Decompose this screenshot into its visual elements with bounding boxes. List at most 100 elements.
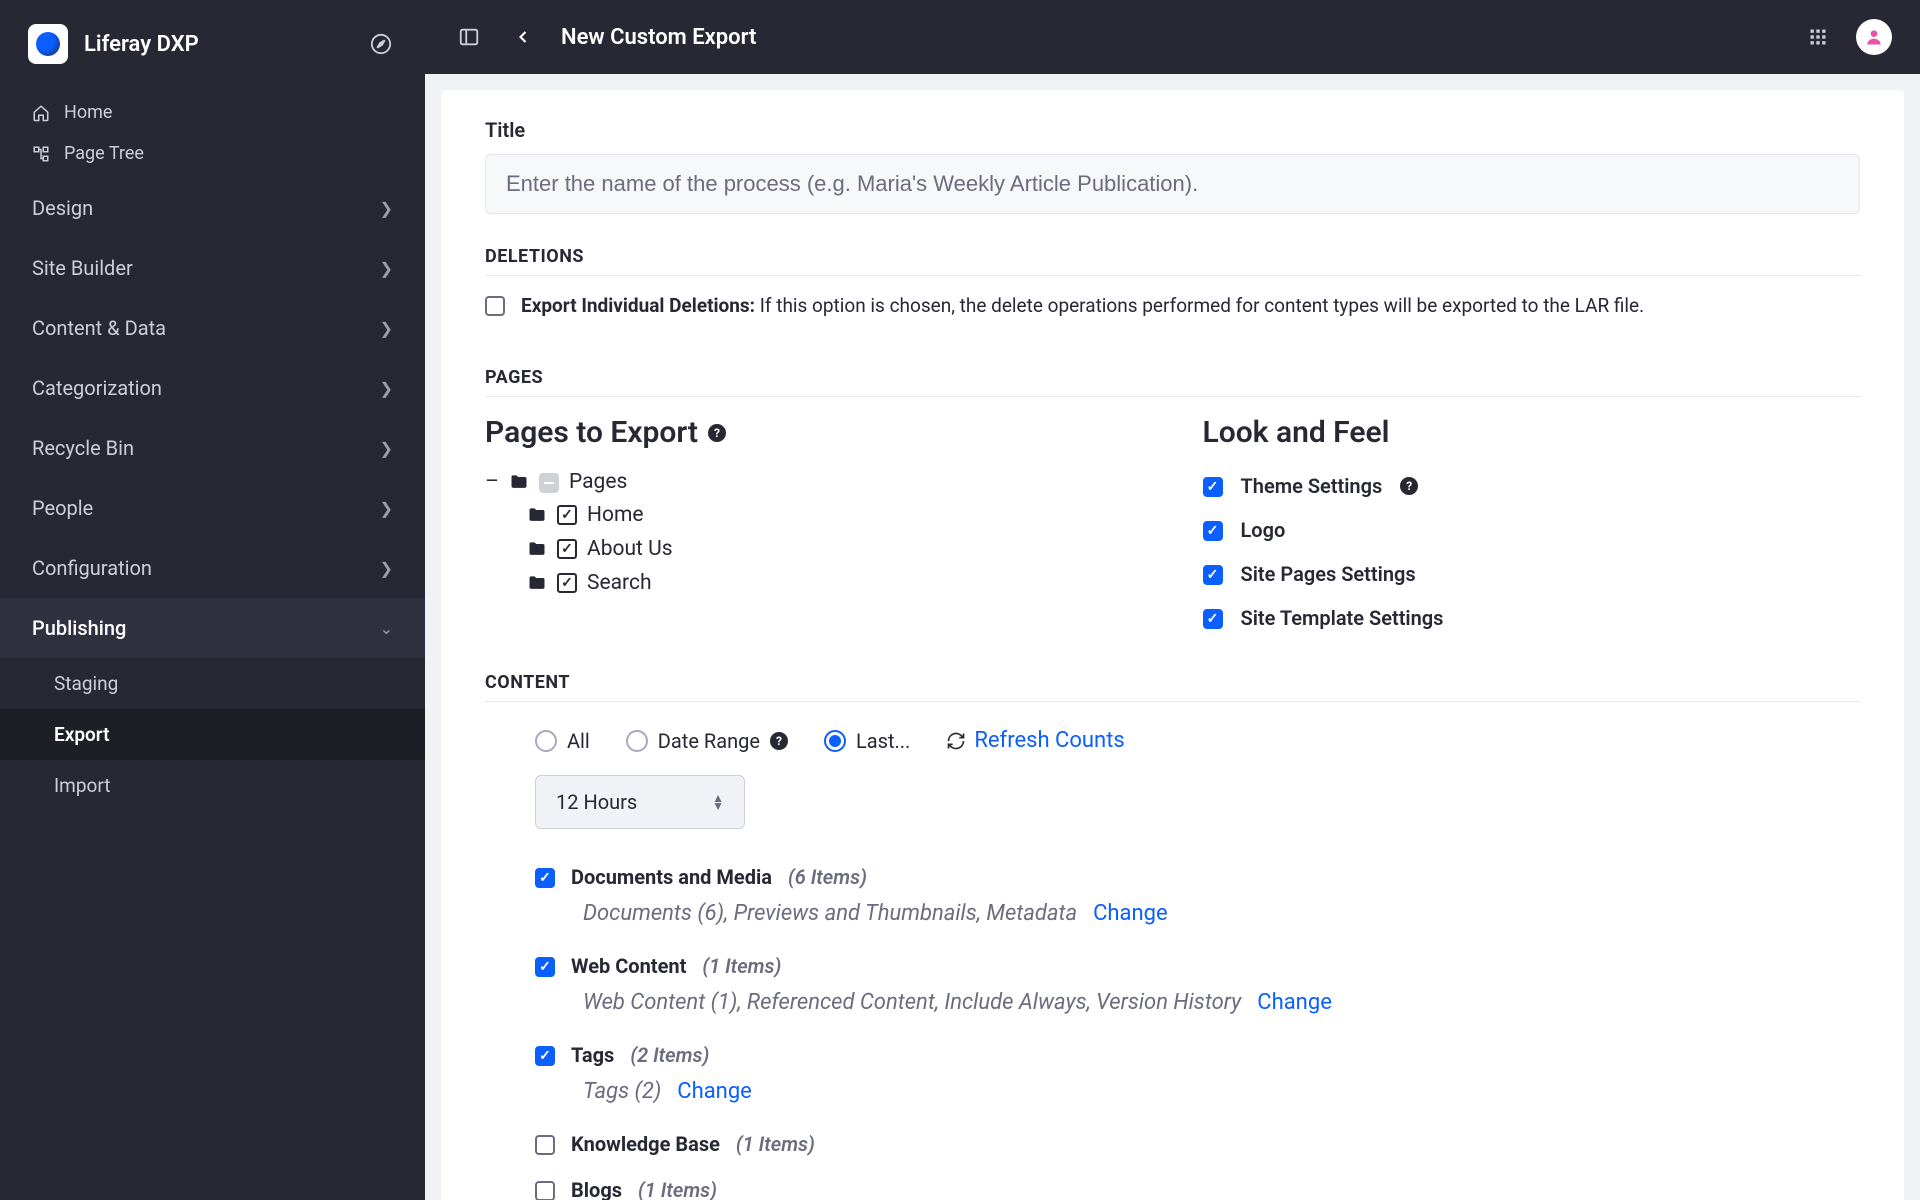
sidebar-header: Liferay DXP [0,0,425,88]
content-item: Web Content (1 Items) Web Content (1), Ref… [535,946,1860,1029]
content-item-checkbox[interactable] [535,957,555,977]
page-checkbox[interactable] [557,505,577,525]
sidebar-item-home[interactable]: Home [0,92,425,133]
help-icon[interactable]: ? [770,732,788,750]
chevron-right-icon: ❯ [380,559,393,578]
apps-grid-icon[interactable] [1802,21,1834,53]
theme-settings-checkbox[interactable] [1203,477,1223,497]
radio-last[interactable]: Last... [824,729,910,753]
chevron-right-icon: ❯ [380,199,393,218]
sidebar-subitem-export[interactable]: Export [0,709,425,760]
content-item-name: Knowledge Base [571,1132,720,1156]
sidebar-item-configuration[interactable]: Configuration ❯ [0,538,425,598]
content-item-checkbox[interactable] [535,1181,555,1200]
tree-item-label: Search [587,571,652,595]
laf-item-site-template: Site Template Settings [1203,596,1861,640]
content-item: Blogs (1 Items) [535,1170,1860,1200]
content-item-detail: Web Content (1), Referenced Content, Inc… [583,990,1241,1015]
app-name: Liferay DXP [84,32,349,57]
deletions-heading: DELETIONS [485,246,1860,267]
export-deletions-text: Export Individual Deletions: If this opt… [521,294,1644,317]
help-icon[interactable]: ? [1400,477,1418,495]
sidebar-item-content-data[interactable]: Content & Data ❯ [0,298,425,358]
chevron-down-icon: ⌄ [380,619,393,638]
tree-root-label: Pages [569,470,627,494]
export-deletions-checkbox[interactable] [485,296,505,316]
page-tree: – Pages Home [485,466,1143,600]
logo-checkbox[interactable] [1203,521,1223,541]
sidebar-item-publishing[interactable]: Publishing ⌄ [0,598,425,658]
content-item: Knowledge Base (1 Items) [535,1124,1860,1164]
chevron-right-icon: ❯ [380,379,393,398]
content-item-name: Web Content [571,954,686,978]
sidebar-item-recycle-bin[interactable]: Recycle Bin ❯ [0,418,425,478]
title-input[interactable] [485,154,1860,214]
laf-item-site-pages: Site Pages Settings [1203,552,1861,596]
app-logo[interactable] [28,24,68,64]
tree-item[interactable]: About Us [527,532,1143,566]
user-avatar[interactable] [1856,19,1892,55]
content-item-detail: Documents (6), Previews and Thumbnails, … [583,901,1077,926]
collapse-icon[interactable]: – [485,470,499,494]
content-item-count: (1 Items) [736,1132,815,1156]
content-item-count: (2 Items) [630,1043,709,1067]
page-checkbox[interactable] [557,539,577,559]
page-tree-label: Page Tree [64,143,144,164]
page-checkbox[interactable] [557,573,577,593]
refresh-counts[interactable]: Refresh Counts [946,728,1124,753]
pages-heading: PAGES [485,367,1860,388]
sidebar-toggle-icon[interactable] [453,21,485,53]
chevron-right-icon: ❯ [380,319,393,338]
content-list: Documents and Media (6 Items) Documents (6… [485,857,1860,1200]
topbar: New Custom Export [425,0,1920,74]
back-icon[interactable] [507,21,539,53]
change-link[interactable]: Change [677,1079,752,1104]
sidebar-item-design[interactable]: Design ❯ [0,178,425,238]
content-item: Tags(2 Items)Tags (2)Change [535,1035,1860,1118]
tree-item[interactable]: Home [527,498,1143,532]
chevron-right-icon: ❯ [380,259,393,278]
sidebar-item-people[interactable]: People ❯ [0,478,425,538]
content-item-name: Documents and Media [571,865,772,889]
sidebar-item-page-tree[interactable]: Page Tree [0,133,425,174]
tree-item-label: About Us [587,537,673,561]
radio-date-range[interactable]: Date Range ? [626,729,788,753]
last-period-select[interactable]: 12 Hours ▲▼ [535,775,745,829]
tree-root[interactable]: – Pages [485,466,1143,498]
sidebar-item-site-builder[interactable]: Site Builder ❯ [0,238,425,298]
export-panel: Title DELETIONS Export Individual Deleti… [441,90,1904,1200]
compass-icon[interactable] [365,28,397,60]
content-item-count: (1 Items) [638,1178,717,1200]
content-item-checkbox[interactable] [535,1046,555,1066]
pages-to-export-title: Pages to Export ? [485,415,1143,450]
sidebar-subitem-import[interactable]: Import [0,760,425,811]
look-and-feel-title: Look and Feel [1203,415,1861,450]
sidebar-top: Home Page Tree [0,88,425,178]
refresh-icon [946,731,966,751]
folder-icon [509,472,529,492]
help-icon[interactable]: ? [708,424,726,442]
laf-item-theme-settings: Theme Settings ? [1203,464,1861,508]
site-template-checkbox[interactable] [1203,609,1223,629]
pages-root-checkbox[interactable] [539,473,559,493]
tree-item-label: Home [587,503,644,527]
tree-item[interactable]: Search [527,566,1143,600]
content-item-count: (1 Items) [702,954,781,978]
content-item-checkbox[interactable] [535,868,555,888]
sidebar: Liferay DXP Home Page Tree Design ❯ Site… [0,0,425,1200]
chevron-right-icon: ❯ [380,439,393,458]
page-title: New Custom Export [561,25,756,50]
radio-all[interactable]: All [535,729,590,753]
laf-item-logo: Logo [1203,508,1861,552]
home-label: Home [64,102,112,123]
chevron-right-icon: ❯ [380,499,393,518]
change-link[interactable]: Change [1093,901,1168,926]
content-item-name: Blogs [571,1178,622,1200]
sidebar-subitem-staging[interactable]: Staging [0,658,425,709]
change-link[interactable]: Change [1257,990,1332,1015]
title-label: Title [485,118,1860,142]
site-pages-checkbox[interactable] [1203,565,1223,585]
content-item-checkbox[interactable] [535,1135,555,1155]
content-item-count: (6 Items) [788,865,867,889]
sidebar-item-categorization[interactable]: Categorization ❯ [0,358,425,418]
